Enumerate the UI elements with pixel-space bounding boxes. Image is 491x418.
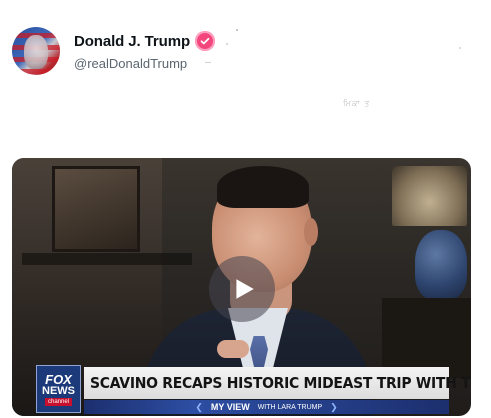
logo-line-1: FOX bbox=[45, 371, 72, 387]
news-lower-third: FOX NEWS channel SCAVINO RECAPS HISTORIC… bbox=[12, 363, 471, 416]
headline-bar: SCAVINO RECAPS HISTORIC MIDEAST TRIP WIT… bbox=[84, 367, 471, 399]
chevron-right-icon: ❯ bbox=[330, 401, 338, 412]
news-channel-logo: FOX NEWS channel bbox=[36, 365, 81, 413]
logo-line-2: NEWS bbox=[42, 384, 75, 397]
play-icon bbox=[236, 279, 254, 299]
author-block: Donald J. Trump @realDonaldTrump bbox=[74, 31, 216, 71]
play-button[interactable] bbox=[209, 256, 275, 322]
artifact-dot bbox=[459, 47, 461, 49]
show-host: WITH LARA TRUMP bbox=[257, 403, 323, 411]
author-display-name[interactable]: Donald J. Trump bbox=[74, 33, 190, 50]
artifact-dot bbox=[236, 29, 238, 31]
artifact-dot bbox=[226, 43, 228, 45]
show-title: MY VIEW bbox=[210, 402, 250, 412]
logo-line-3: channel bbox=[44, 397, 73, 406]
avatar[interactable] bbox=[12, 27, 60, 75]
show-title-bar: ❮ MY VIEW WITH LARA TRUMP ❯ bbox=[84, 400, 449, 414]
author-handle[interactable]: @realDonaldTrump bbox=[74, 56, 215, 71]
news-headline: SCAVINO RECAPS HISTORIC MIDEAST TRIP WIT… bbox=[90, 374, 471, 392]
video-player[interactable]: FOX NEWS channel SCAVINO RECAPS HISTORIC… bbox=[12, 158, 471, 416]
chevron-left-icon: ❮ bbox=[195, 401, 203, 412]
post-header: Donald J. Trump @realDonaldTrump bbox=[12, 27, 216, 75]
faint-text: ਮਿਕਾ ਤ bbox=[343, 99, 371, 108]
artifact-dot bbox=[205, 62, 211, 63]
verified-badge-icon bbox=[195, 31, 216, 51]
